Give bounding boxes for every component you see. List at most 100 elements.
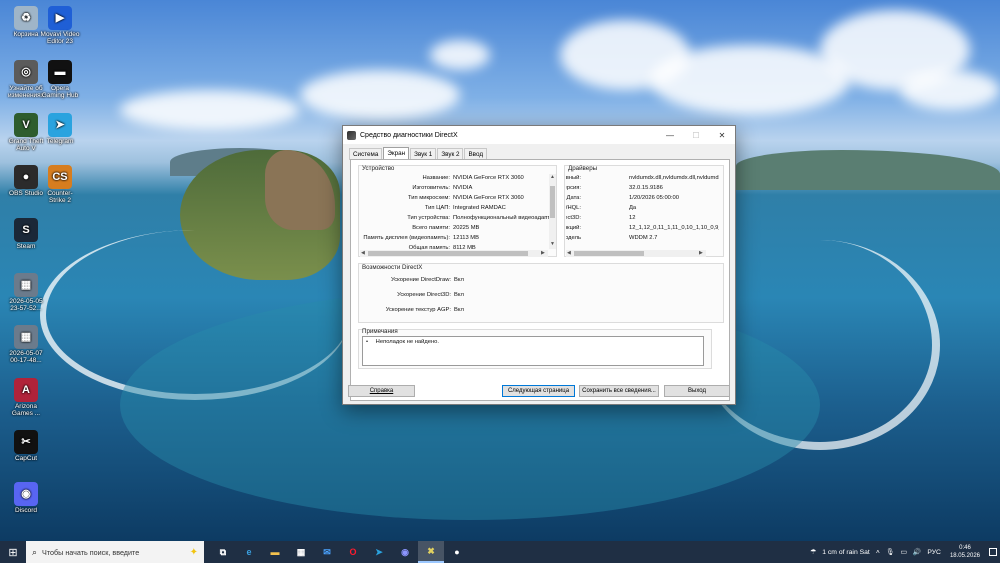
app-icon: ◉ [14, 482, 38, 506]
scroll-right-arrow[interactable]: ▶ [541, 250, 545, 256]
info-row: Главный: nvldumdx.dll,nvldumdx.dll,nvldum… [566, 175, 719, 183]
next-page-button[interactable]: Следующая страница [502, 385, 575, 397]
info-row: Подпись WHQL: Да [566, 205, 719, 213]
bullet-icon: • [366, 339, 369, 345]
start-button[interactable]: ⊞ [0, 541, 26, 563]
taskbar-directx-icon[interactable]: ✖ [418, 541, 444, 563]
taskbar-explorer-icon[interactable]: ▬ [262, 541, 288, 563]
taskbar-mail-icon[interactable]: ✉ [314, 541, 340, 563]
exit-button[interactable]: Выход [664, 385, 730, 397]
desktop-icon[interactable]: ▦ 2026-05-07 00-17-48... [6, 325, 46, 364]
desktop-icon[interactable]: A Arizona Games ... [6, 378, 46, 417]
info-key: DDI для Direct3D: [566, 215, 581, 221]
desktop-icon[interactable]: ✂ CapCut [6, 430, 46, 462]
info-row: Ускорение текстур AGP: Вкл [362, 307, 562, 315]
info-value: Вкл [454, 277, 464, 283]
taskbar-task-view-icon[interactable]: ⧉ [210, 541, 236, 563]
close-button[interactable]: ✕ [709, 126, 735, 144]
scroll-left-arrow[interactable]: ◀ [361, 250, 365, 256]
weather-text[interactable]: 1 cm of rain Sat [822, 549, 870, 556]
directx-icon [347, 130, 356, 140]
info-value: 1/20/2026 05:00:00 [629, 195, 679, 201]
app-icon: ● [14, 165, 38, 189]
desktop-icon-label: Arizona Games ... [11, 403, 41, 417]
desktop-icon-label: Discord [14, 507, 38, 514]
info-key: Ускорение текстур AGP: [385, 307, 451, 313]
info-key: Ускорение DirectDraw: [390, 277, 451, 283]
device-horizontal-scrollbar[interactable]: ◀ ▶ [360, 250, 548, 257]
info-value: WDDM 2.7 [629, 235, 658, 241]
directx-features-group-label: Возможности DirectX [362, 264, 423, 271]
info-value: 12 [629, 215, 636, 221]
desktop-icon[interactable]: S Steam [6, 218, 46, 250]
info-value: 32.0.15.9186 [629, 185, 663, 191]
directx-diagnostic-window: Средство диагностики DirectX — ☐ ✕ Систе… [342, 125, 736, 405]
app-icon: CS [48, 165, 72, 189]
drivers-info-list: Главный: nvldumdx.dll,nvldumdx.dll,nvldum… [351, 160, 719, 250]
network-icon[interactable]: ▭ [900, 548, 906, 556]
scroll-left-arrow[interactable]: ◀ [567, 250, 571, 256]
language-indicator[interactable]: РУС [927, 549, 941, 556]
desktop-icon[interactable]: ▦ 2026-05-05 23-57-52... [6, 273, 46, 312]
desktop-icon[interactable]: ➤ Telegram [40, 113, 80, 145]
help-button[interactable]: Справка [348, 385, 415, 397]
app-icon: ➤ [48, 113, 72, 137]
desktop-icon[interactable]: ◉ Discord [6, 482, 46, 514]
clock[interactable]: 0:46 18.05.2026 [950, 544, 980, 560]
tab-display[interactable]: Экран [383, 147, 410, 159]
desktop-icon[interactable]: CS Counter-Strike 2 [40, 165, 80, 204]
microphone-icon[interactable]: 🎙 [886, 548, 895, 556]
taskbar-telegram-icon[interactable]: ➤ [366, 541, 392, 563]
save-all-info-button[interactable]: Сохранить все сведения... [579, 385, 659, 397]
sparkle-icon: ✦ [189, 546, 198, 558]
search-icon: ⌕ [32, 546, 38, 557]
clock-time: 0:46 [959, 545, 971, 551]
search-box[interactable]: ⌕ Чтобы начать поиск, введите ✦ [26, 541, 204, 563]
taskbar-edge-icon[interactable]: e [236, 541, 262, 563]
info-key: Подпись WHQL: [566, 205, 581, 211]
app-icon: S [14, 218, 38, 242]
desktop-icon-label: Steam [16, 243, 36, 250]
notes-text: Неполадок не найдено. [375, 339, 440, 345]
desktop-icon[interactable]: ▶ Movavi Video Editor 23 [40, 6, 80, 45]
info-key: Главный: [566, 175, 581, 181]
app-icon: ▦ [14, 273, 38, 297]
taskbar-obs-icon[interactable]: ● [444, 541, 470, 563]
info-row: Версия: 32.0.15.9186 [566, 185, 719, 193]
drivers-horizontal-scrollbar[interactable]: ◀ ▶ [566, 250, 706, 257]
minimize-button[interactable]: — [657, 126, 683, 144]
info-key: Ускорение Direct3D: [397, 292, 451, 298]
clock-date: 18.05.2026 [949, 553, 980, 559]
desktop-icon-label: Opera Gaming Hub [41, 85, 79, 99]
app-icon: ♻ [14, 6, 38, 30]
desktop-icon[interactable]: ▬ Opera Gaming Hub [40, 60, 80, 99]
info-value: Вкл [454, 307, 464, 313]
info-key: Версия: [566, 185, 581, 191]
app-icon: V [14, 113, 38, 137]
taskbar-apps: ⧉ e ▬ ▦ ✉ O ➤ ◉ ✖ ● [210, 541, 470, 563]
chevron-up-icon[interactable]: ˄ [876, 549, 880, 556]
desktop-icon-label: 2026-05-07 00-17-48... [9, 350, 43, 364]
desktop-icon-label: 2026-05-05 23-57-52... [9, 298, 43, 312]
app-icon: ▶ [48, 6, 72, 30]
info-value: 12_1,12_0,11_1,11_0,10_1,10_0,9_ [629, 225, 719, 231]
taskbar-opera-icon[interactable]: O [340, 541, 366, 563]
scroll-thumb[interactable] [574, 251, 644, 256]
volume-icon[interactable]: 🔊 [913, 548, 921, 556]
taskbar-store-icon[interactable]: ▦ [288, 541, 314, 563]
desktop-icon-label: Movavi Video Editor 23 [40, 31, 80, 45]
info-value: Да [629, 205, 637, 211]
weather-icon[interactable]: ☂ [810, 548, 816, 556]
taskbar-discord-icon[interactable]: ◉ [392, 541, 418, 563]
scroll-thumb[interactable] [368, 251, 528, 256]
window-titlebar[interactable]: Средство диагностики DirectX — ☐ ✕ [343, 126, 735, 144]
maximize-button[interactable]: ☐ [683, 126, 709, 144]
desktop-icon-label: Telegram [46, 138, 74, 145]
info-key: Модель [566, 235, 581, 241]
info-value: Вкл [454, 292, 464, 298]
notifications-icon[interactable] [989, 548, 997, 556]
scroll-right-arrow[interactable]: ▶ [699, 250, 703, 256]
notes-box: • Неполадок не найдено. [362, 336, 704, 366]
desktop-icon-label: Counter-Strike 2 [47, 190, 73, 204]
info-key: Дата: [566, 195, 581, 201]
